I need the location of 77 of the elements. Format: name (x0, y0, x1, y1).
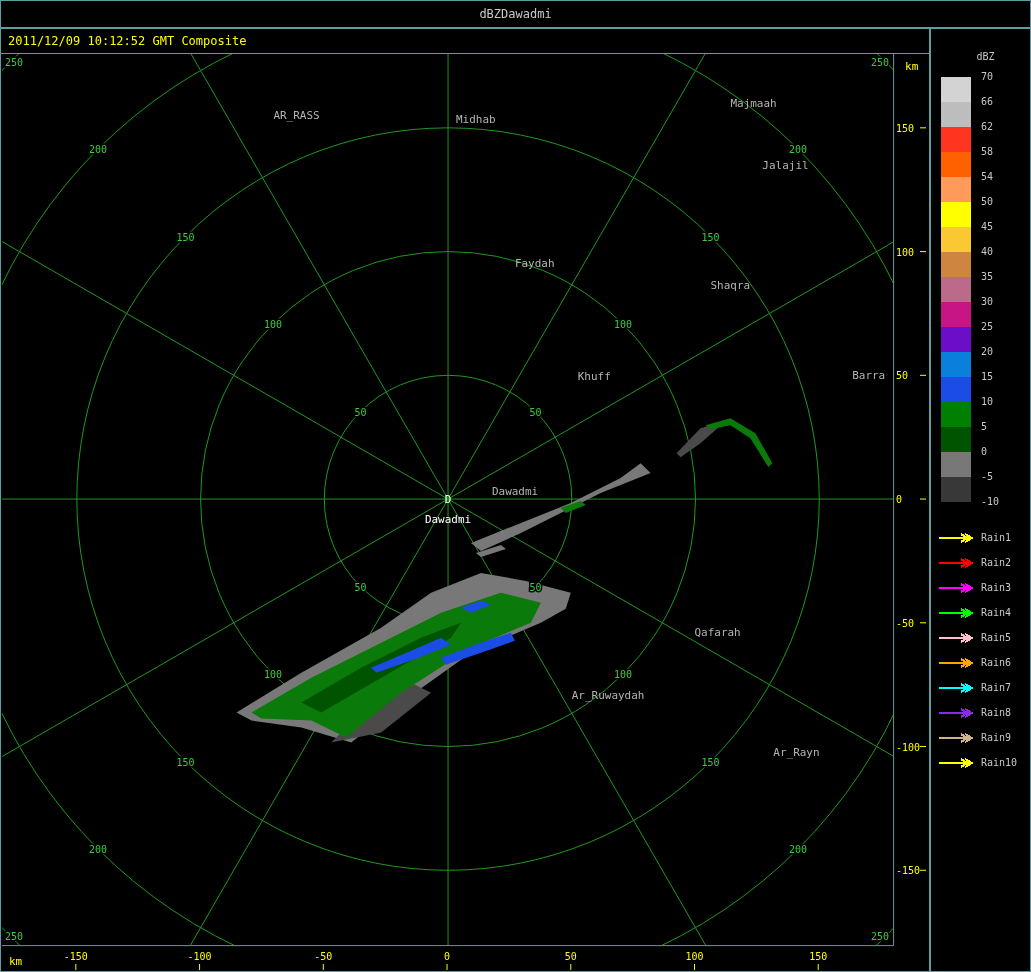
city-label: Ar_Ruwaydah (571, 688, 645, 702)
tick-label: 150 (809, 951, 828, 962)
tick-label: 50 (564, 951, 577, 962)
track-label: Rain5 (981, 632, 1012, 643)
scale-label: 50 (981, 196, 995, 209)
scale-label: -5 (981, 471, 995, 484)
ring-label: 150 (701, 231, 720, 243)
track-label: Rain3 (981, 582, 1012, 593)
tick-label: -100 (187, 951, 212, 962)
city-label: Faydah (514, 256, 555, 270)
scale-label: 25 (981, 321, 995, 334)
track-label: Rain6 (981, 657, 1012, 668)
scale-label: 20 (981, 346, 995, 359)
scale-label: -10 (981, 496, 1000, 509)
scale-label: 66 (981, 96, 995, 109)
track-label: Rain1 (981, 532, 1012, 543)
tick-label: 100 (685, 951, 704, 962)
scale-label: 70 (981, 71, 995, 84)
axis-unit: km (8, 955, 23, 968)
city-label: Qafarah (694, 625, 741, 639)
scale-label: 0 (981, 446, 989, 459)
radar-site-marker: D (444, 493, 452, 506)
ring-label: 150 (176, 231, 195, 243)
legend-title: dBZ (975, 51, 996, 62)
scale-label: 10 (981, 396, 995, 409)
ring-label: 50 (529, 406, 542, 418)
radar-site-label: Dawadmi (424, 512, 472, 526)
ring-label: 50 (529, 581, 542, 593)
scale-label: 58 (981, 146, 995, 159)
ring-label: 100 (614, 669, 633, 680)
ring-label: 50 (354, 406, 367, 418)
track-label: Rain8 (981, 707, 1012, 718)
axis-unit: km (905, 59, 919, 73)
city-label: Dawadmi (491, 485, 539, 498)
city-label: Shaqra (710, 279, 751, 293)
city-label: Barra (852, 369, 886, 383)
city-label: Ar_Rayn (773, 745, 820, 759)
tick-label: -150 (896, 865, 921, 877)
city-label: AR_RASS (273, 108, 320, 122)
ring-label: 200 (89, 144, 108, 155)
tick-label: -150 (63, 951, 88, 962)
tick-label: -50 (896, 617, 915, 629)
tick-label: 100 (896, 246, 915, 258)
scale-label: 5 (981, 421, 989, 434)
track-label: Rain2 (981, 557, 1012, 568)
city-label: Jalajil (762, 158, 809, 172)
scale-label: 54 (981, 171, 995, 184)
ring-label: 250 (4, 931, 23, 943)
scale-label: 40 (981, 246, 995, 259)
scale-label: 62 (981, 121, 995, 134)
scale-label: 15 (981, 371, 995, 384)
track-label: Rain9 (981, 732, 1012, 743)
tick-label: 50 (896, 370, 909, 382)
scale-label: 30 (981, 296, 995, 309)
window-title: dBZDawadmi (479, 7, 552, 21)
timestamp: 2011/12/09 10:12:52 GMT Composite (8, 33, 247, 48)
ring-label: 50 (354, 581, 367, 593)
tick-label: 150 (896, 122, 915, 134)
tick-label: -50 (314, 951, 333, 962)
city-label: Midhab (456, 112, 496, 126)
ring-label: 250 (871, 56, 890, 68)
ring-label: 250 (871, 931, 890, 943)
ring-label: 100 (614, 319, 633, 330)
scale-label: 35 (981, 271, 995, 284)
ring-label: 250 (4, 56, 23, 68)
city-label: Majmaah (730, 96, 777, 110)
track-label: Rain4 (981, 607, 1012, 618)
scale-label: 45 (981, 221, 995, 234)
city-label: Khuff (577, 370, 611, 384)
track-label: Rain7 (981, 682, 1012, 693)
tick-label: -100 (896, 741, 921, 753)
ring-label: 150 (176, 756, 195, 768)
tick-label: 0 (896, 494, 903, 505)
ring-label: 100 (264, 669, 283, 680)
track-label: Rain10 (981, 757, 1018, 768)
ring-label: 100 (264, 319, 283, 330)
tick-label: 0 (444, 951, 451, 962)
